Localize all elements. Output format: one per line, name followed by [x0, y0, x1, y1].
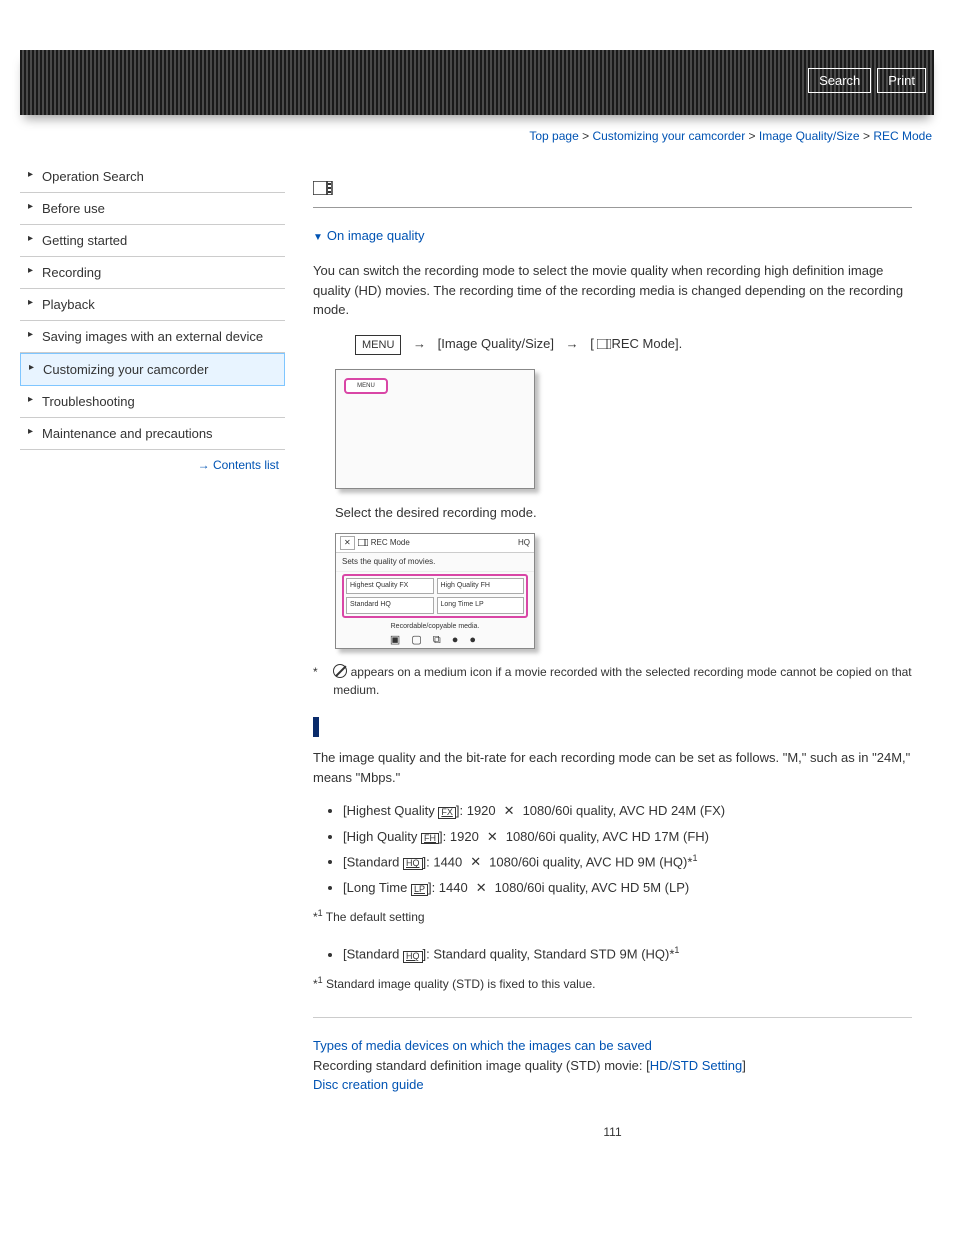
related-links: Types of media devices on which the imag…	[313, 1036, 912, 1095]
mode-list-std: [Standard HQ]: Standard quality, Standar…	[343, 944, 912, 964]
option-lp: Long Time LP	[437, 597, 525, 614]
mode-lp: [Long Time LP]: 1440✕1080/60i quality, A…	[343, 878, 912, 898]
close-icon: ✕	[340, 536, 355, 550]
mode-list-hd: [Highest Quality FX]: 1920✕1080/60i qual…	[343, 801, 912, 897]
option-fh: High Quality FH	[437, 578, 525, 595]
mode-std-hq: [Standard HQ]: Standard quality, Standar…	[343, 944, 912, 964]
contents-list-link[interactable]: Contents list	[213, 458, 279, 472]
sidebar-item-playback[interactable]: Playback	[20, 289, 285, 321]
main-content: ▼On image quality You can switch the rec…	[285, 153, 934, 1141]
footnote-default: *1 The default setting	[313, 907, 912, 926]
arrow-icon: →	[566, 336, 579, 351]
hq-badge: HQ	[403, 951, 423, 963]
header-bar: Search Print	[20, 50, 934, 115]
breadcrumb-sep: >	[749, 129, 756, 143]
sidebar-item-getting-started[interactable]: Getting started	[20, 225, 285, 257]
arrow-icon: →	[413, 336, 426, 351]
search-button[interactable]: Search	[808, 68, 871, 93]
link-media-types[interactable]: Types of media devices on which the imag…	[313, 1038, 652, 1053]
option-hq: Standard HQ	[346, 597, 434, 614]
breadcrumb-sep: >	[582, 129, 589, 143]
breadcrumb-quality[interactable]: Image Quality/Size	[759, 129, 860, 143]
sidebar-item-troubleshooting[interactable]: Troubleshooting	[20, 386, 285, 418]
arrow-icon: →	[198, 458, 210, 472]
mode-hq: [Standard HQ]: 1440✕1080/60i quality, AV…	[343, 852, 912, 872]
sidebar: Operation Search Before use Getting star…	[20, 153, 285, 1141]
breadcrumb: Top page > Customizing your camcorder > …	[0, 115, 954, 153]
media-icons: ▣ ▢ ⧉ ● ●	[336, 632, 534, 649]
asterisk-note: * appears on a medium icon if a movie re…	[313, 663, 912, 699]
option-fx: Highest Quality FX	[346, 578, 434, 595]
breadcrumb-recmode[interactable]: REC Mode	[873, 129, 932, 143]
bitrate-paragraph: The image quality and the bit-rate for e…	[313, 748, 912, 787]
mode-fh: [High Quality FH]: 1920✕1080/60i quality…	[343, 827, 912, 847]
sidebar-item-before-use[interactable]: Before use	[20, 193, 285, 225]
print-button[interactable]: Print	[877, 68, 926, 93]
section-marker	[313, 717, 319, 737]
divider	[313, 1017, 912, 1018]
triangle-down-icon: ▼	[313, 230, 323, 245]
select-instruction: Select the desired recording mode.	[335, 503, 912, 523]
mode-fx: [Highest Quality FX]: 1920✕1080/60i qual…	[343, 801, 912, 821]
sidebar-item-maintenance[interactable]: Maintenance and precautions	[20, 418, 285, 450]
sidebar-item-operation-search[interactable]: Operation Search	[20, 161, 285, 193]
sidebar-item-recording[interactable]: Recording	[20, 257, 285, 289]
menu-button-icon: MENU	[355, 335, 401, 356]
page-number: 111	[313, 1123, 912, 1141]
movie-icon	[597, 339, 611, 349]
hq-badge: HQ	[403, 858, 423, 870]
prohibit-icon	[333, 664, 347, 678]
on-image-quality-link[interactable]: ▼On image quality	[313, 226, 912, 246]
menu-highlight: MENU	[344, 378, 388, 394]
intro-paragraph: You can switch the recording mode to sel…	[313, 261, 912, 320]
lp-badge: LP	[411, 884, 428, 896]
sidebar-item-customizing[interactable]: Customizing your camcorder	[20, 353, 285, 386]
breadcrumb-customizing[interactable]: Customizing your camcorder	[592, 129, 745, 143]
breadcrumb-sep: >	[863, 129, 870, 143]
movie-icon	[313, 181, 333, 201]
breadcrumb-top[interactable]: Top page	[529, 129, 578, 143]
screenshot-menu: MENU	[335, 369, 535, 489]
link-hd-std-setting[interactable]: HD/STD Setting	[650, 1058, 742, 1073]
fh-badge: FH	[421, 833, 439, 845]
sidebar-item-saving-images[interactable]: Saving images with an external device	[20, 321, 285, 353]
menu-path: MENU → [Image Quality/Size] → [ REC Mode…	[355, 334, 912, 356]
screenshot-rec-mode: ✕ REC ModeHQ Sets the quality of movies.…	[335, 533, 535, 649]
footnote-std: *1 Standard image quality (STD) is fixed…	[313, 974, 912, 993]
link-disc-creation[interactable]: Disc creation guide	[313, 1077, 424, 1092]
fx-badge: FX	[438, 807, 456, 819]
